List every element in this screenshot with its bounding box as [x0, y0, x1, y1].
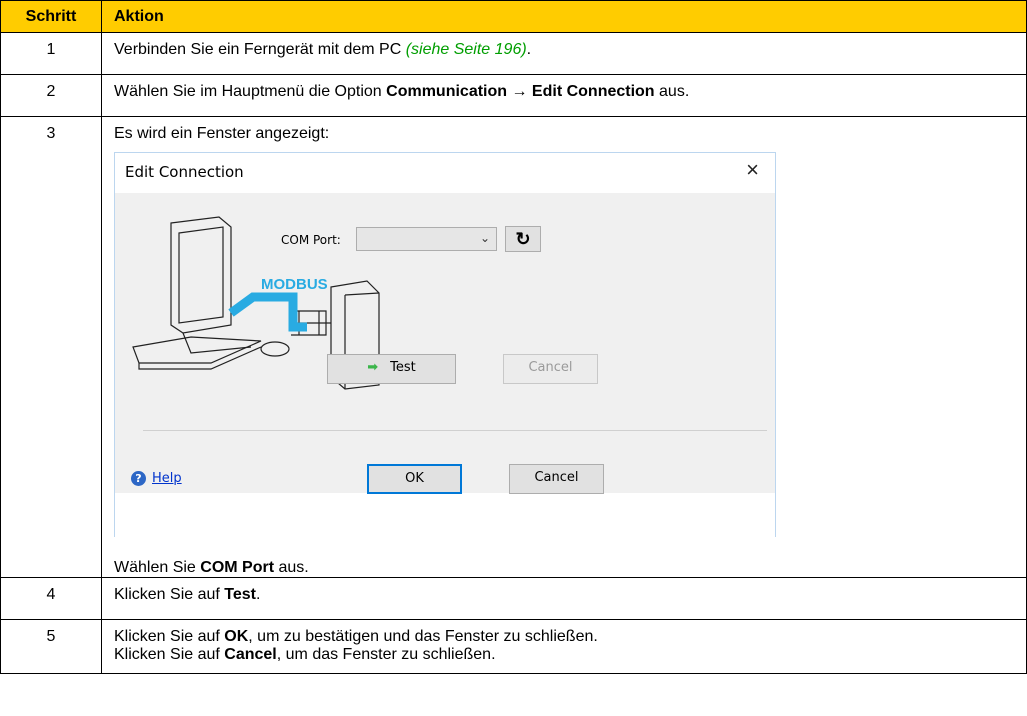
step-number: 2	[0, 74, 102, 117]
step-action: Verbinden Sie ein Ferngerät mit dem PC (…	[101, 32, 1027, 75]
table-row: 3 Es wird ein Fenster angezeigt: Edit Co…	[0, 116, 1027, 578]
close-icon[interactable]: ×	[746, 157, 759, 183]
header-step: Schritt	[0, 0, 102, 33]
table-row: 4 Klicken Sie auf Test.	[0, 577, 1027, 620]
step-intro: Es wird ein Fenster angezeigt:	[114, 125, 330, 142]
com-port-label: COM Port:	[281, 233, 341, 247]
step-number: 1	[0, 32, 102, 75]
table-row: 1 Verbinden Sie ein Ferngerät mit dem PC…	[0, 32, 1027, 75]
step-number: 5	[0, 619, 102, 674]
step-action: Klicken Sie auf Test.	[101, 577, 1027, 620]
page-link[interactable]: (siehe Seite 196)	[406, 41, 527, 58]
dialog-body: MODBUS COM Port: ⌄ ↻ ➡ Test Cancel	[115, 193, 775, 493]
header-action: Aktion	[101, 0, 1027, 33]
cancel-button[interactable]: Cancel	[509, 464, 604, 494]
menu-item-edit-connection: Edit Connection	[531, 83, 655, 100]
cancel-test-button[interactable]: Cancel	[503, 354, 598, 384]
test-button[interactable]: ➡ Test	[327, 354, 456, 384]
chevron-down-icon: ⌄	[479, 231, 490, 245]
steps-table: Schritt Aktion 1 Verbinden Sie ein Ferng…	[0, 0, 1027, 674]
ok-button[interactable]: OK	[367, 464, 462, 494]
refresh-icon: ↻	[515, 229, 531, 249]
help-link[interactable]: ? Help	[131, 471, 182, 486]
step-action: Klicken Sie auf OK, um zu bestätigen und…	[101, 619, 1027, 674]
table-header: Schritt Aktion	[0, 0, 1027, 33]
help-icon: ?	[131, 471, 146, 486]
table-row: 5 Klicken Sie auf OK, um zu bestätigen u…	[0, 619, 1027, 674]
menu-item-communication: Communication	[386, 83, 508, 100]
step-number: 3	[0, 116, 102, 578]
table-row: 2 Wählen Sie im Hauptmenü die Option Com…	[0, 74, 1027, 117]
divider	[143, 430, 767, 431]
modbus-label: MODBUS	[261, 276, 328, 293]
com-port-select[interactable]: ⌄	[356, 227, 497, 251]
step-action: Wählen Sie im Hauptmenü die Option Commu…	[101, 74, 1027, 117]
refresh-button[interactable]: ↻	[505, 226, 541, 252]
dialog-title: Edit Connection	[125, 163, 244, 181]
step-action: Es wird ein Fenster angezeigt: Edit Conn…	[101, 116, 1027, 578]
step-instruction: Wählen Sie COM Port aus.	[114, 559, 309, 576]
arrow-right-icon: ➡	[367, 360, 379, 375]
edit-connection-dialog: Edit Connection × MODBUS COM Port: ⌄ ↻ ➡…	[114, 152, 776, 537]
step-number: 4	[0, 577, 102, 620]
